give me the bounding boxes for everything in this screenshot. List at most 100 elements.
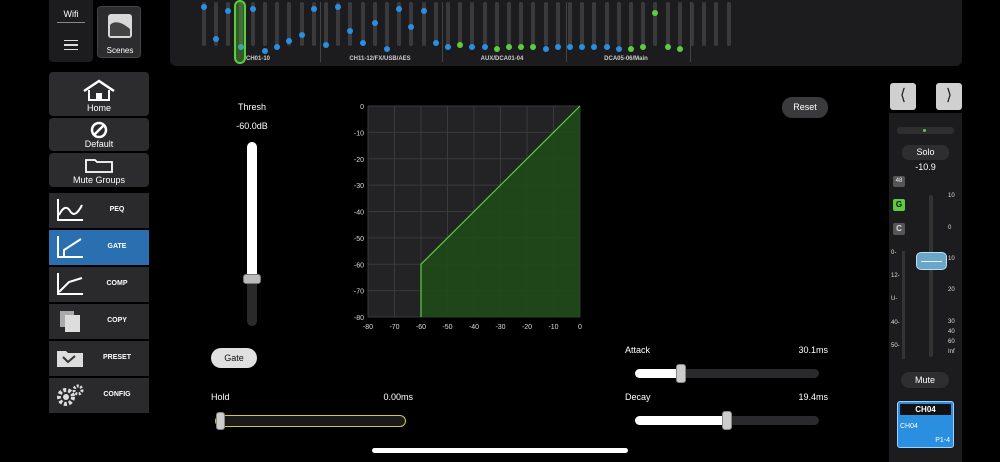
overview-channel-strip[interactable] (482, 2, 487, 46)
nav-item-preset[interactable]: PRESET (49, 341, 149, 376)
overview-channel-strip[interactable] (385, 2, 389, 46)
default-button[interactable]: Default (49, 118, 149, 151)
channel-name: CH04 (900, 423, 918, 430)
overview-channel-strip[interactable] (677, 2, 682, 46)
overview-level-dot (323, 42, 329, 48)
phantom-48-badge[interactable]: 48 (893, 176, 905, 187)
home-button[interactable]: Home (49, 72, 149, 116)
overview-level-dot (493, 46, 500, 52)
fader-scale-10b: 10 (948, 256, 955, 262)
hold-slider[interactable] (215, 412, 406, 430)
overview-channel-strip[interactable] (726, 2, 731, 46)
overview-channel-strip[interactable] (275, 2, 280, 46)
decay-slider[interactable] (635, 411, 819, 430)
group-label-ch11-12[interactable]: CH11-12/FX/USB/AES (320, 56, 440, 62)
x-tick-label: 0 (578, 324, 582, 331)
gate-enable-button[interactable]: Gate (211, 348, 257, 368)
comp-badge[interactable]: C (893, 223, 905, 235)
nav-item-label: CONFIG (103, 391, 131, 398)
folder-icon (85, 159, 113, 173)
mute-groups-label: Mute Groups (72, 175, 126, 185)
overview-channel-strip[interactable] (568, 2, 572, 46)
mute-groups-button[interactable]: Mute Groups (49, 153, 149, 187)
overview-channel-strip[interactable] (324, 2, 328, 46)
wifi-divider (57, 22, 85, 23)
overview-channel-strip[interactable] (616, 2, 621, 46)
fader-scale-0: 0 (948, 225, 952, 231)
y-tick-label: -80 (354, 315, 364, 322)
solo-button[interactable]: Solo (902, 145, 949, 160)
overview-level-dot (481, 44, 488, 50)
thresh-fader[interactable] (243, 142, 261, 326)
decay-slider-knob[interactable] (722, 411, 732, 430)
overview-channel-strip[interactable] (641, 2, 646, 46)
nav-item-gate[interactable]: GATE (49, 230, 149, 265)
gate-badge[interactable]: G (893, 199, 905, 211)
wifi-panel[interactable]: Wifi (49, 0, 93, 62)
overview-channel-strip[interactable] (507, 2, 511, 46)
channel-overview-bar[interactable]: CH01-10 CH11-12/FX/USB/AES AUX/DCA01-04 … (170, 0, 962, 66)
menu-icon[interactable] (64, 40, 78, 50)
overview-channel-strip[interactable] (665, 2, 670, 46)
x-tick-label: -40 (469, 324, 479, 331)
overview-channel-strip[interactable] (531, 2, 536, 46)
overview-channel-strip[interactable] (702, 2, 707, 46)
overview-channel-strip[interactable] (519, 2, 524, 46)
overview-level-dot (201, 4, 207, 10)
overview-channel-strip[interactable] (299, 2, 304, 46)
overview-channel-strip[interactable] (629, 2, 633, 46)
attack-slider[interactable] (635, 364, 819, 383)
default-icon (90, 121, 108, 139)
overview-channel-strip[interactable] (714, 2, 719, 46)
overview-level-dot (335, 4, 342, 10)
channel-fader-knob[interactable] (916, 252, 947, 270)
overview-channel-strip[interactable] (592, 2, 597, 46)
x-tick-label: -20 (522, 324, 532, 331)
scenes-button[interactable]: Scenes (97, 6, 141, 58)
group-label-aux-dca[interactable]: AUX/DCA01-04 (442, 56, 562, 62)
nav-item-copy[interactable]: COPY (49, 304, 149, 339)
hold-slider-knob[interactable] (216, 412, 225, 430)
reset-button[interactable]: Reset (782, 97, 828, 118)
thresh-fader-knob[interactable] (243, 274, 261, 284)
selected-channel-highlight[interactable] (234, 0, 246, 64)
overview-level-dot (542, 46, 549, 52)
prev-channel-button[interactable]: ⟨ (890, 83, 916, 110)
overview-channel-strip[interactable] (263, 2, 267, 46)
channel-fader-track[interactable] (929, 195, 933, 357)
channel-level-value: -10.9 (915, 162, 936, 172)
comp-icon (57, 273, 83, 295)
nav-item-peq[interactable]: PEQ (49, 193, 149, 228)
overview-channel-strip[interactable] (580, 2, 585, 46)
overview-channel-strip[interactable] (604, 2, 609, 46)
mute-button[interactable]: Mute (901, 372, 949, 388)
gear-icon (57, 384, 84, 406)
gate-curve-graph[interactable]: 0 -10 -20 -30 -40 -50 -60 -70 -80 -80 -70 -60 -50 -40… (345, 98, 595, 338)
next-channel-button[interactable]: ⟩ (936, 83, 962, 110)
overview-level-dot (371, 20, 378, 26)
overview-channel-strip[interactable] (543, 2, 548, 46)
group-label-ch01-10[interactable]: CH01-10 (198, 56, 318, 62)
channel-name-card[interactable]: CH04 CH04 P1-4 (897, 401, 954, 448)
overview-level-dot (640, 44, 647, 50)
overview-channel-strip[interactable] (653, 2, 658, 46)
overview-channel-strip[interactable] (494, 2, 499, 46)
overview-level-dot (347, 28, 354, 34)
overview-level-dot (506, 44, 512, 50)
overview-channel-strip[interactable] (555, 2, 560, 46)
overview-level-dot (603, 44, 610, 50)
fader-scale-20: 20 (948, 287, 955, 293)
channel-input: P1-4 (935, 437, 950, 444)
overview-channel-strip[interactable] (458, 2, 463, 46)
overview-level-dot (420, 8, 427, 14)
attack-slider-knob[interactable] (676, 364, 686, 383)
overview-channel-strip[interactable] (470, 2, 475, 46)
overview-level-dot (408, 24, 415, 30)
nav-item-config[interactable]: CONFIG (49, 378, 149, 413)
overview-level-dot (554, 44, 561, 50)
overview-channel-strip[interactable] (348, 2, 353, 46)
nav-item-comp[interactable]: COMP (49, 267, 149, 302)
overview-channel-strip[interactable] (446, 2, 450, 46)
group-label-dca-main[interactable]: DCA05-06/Main (566, 56, 686, 62)
fader-scale-30: 30 (948, 319, 955, 325)
